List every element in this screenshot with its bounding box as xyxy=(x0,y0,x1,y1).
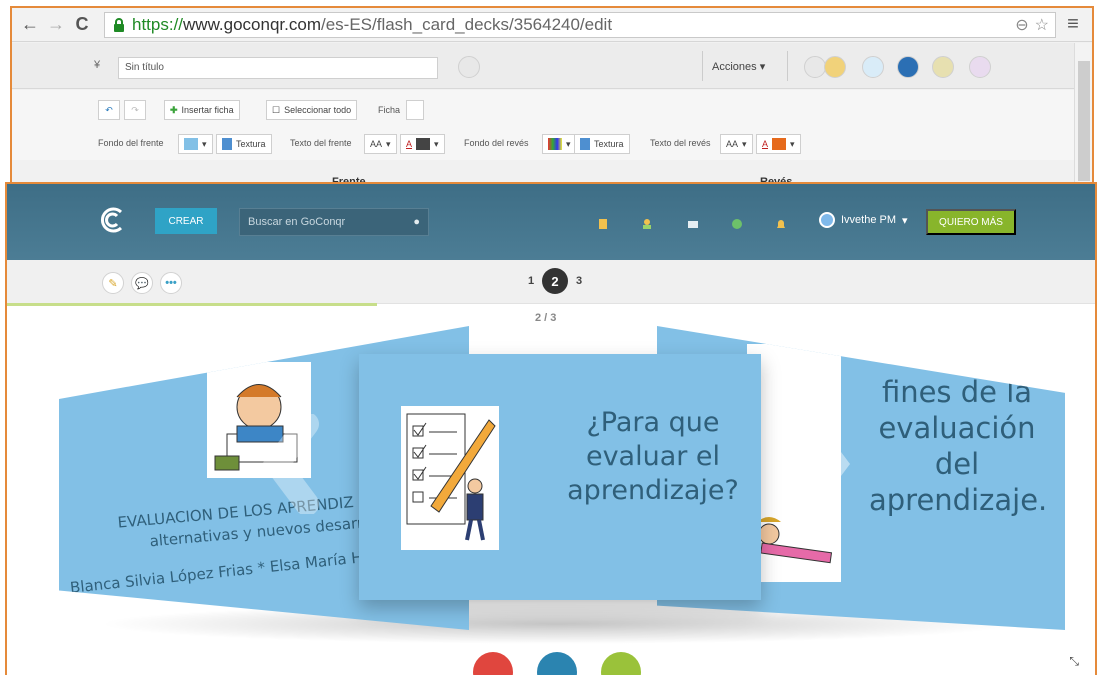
scrollbar[interactable] xyxy=(1074,43,1092,184)
lock-icon xyxy=(114,17,124,32)
font-size-glyph: AA xyxy=(370,139,383,149)
font-color-glyph: A xyxy=(406,139,413,149)
eraser-icon[interactable] xyxy=(458,56,480,78)
page-1[interactable]: 1 xyxy=(522,272,540,290)
card-image-checklist xyxy=(401,406,499,550)
card-delete-button[interactable] xyxy=(406,100,424,120)
deck-edit-bar: ¥ Sin título Acciones ▾ xyxy=(12,43,1076,89)
browser-toolbar: ← → C https://www.goconqr.com/es-ES/flas… xyxy=(12,8,1092,42)
flip-card-button[interactable] xyxy=(473,652,513,675)
back-bg-color-picker[interactable]: ▾ xyxy=(542,134,577,154)
chevron-down-icon: ▾ xyxy=(902,214,908,227)
insert-card-button[interactable]: ✚ Insertar ficha xyxy=(164,100,240,120)
user-menu[interactable]: Ivvethe PM ▾ xyxy=(819,212,908,228)
front-font-color-button[interactable]: A ▾ xyxy=(400,134,445,154)
upgrade-button[interactable]: QUIERO MÁS xyxy=(926,209,1016,235)
front-text-label: Texto del frente xyxy=(290,138,352,148)
top-navigation: CREAR Buscar en GoConqr ● Ivvethe PM ▾ Q… xyxy=(7,184,1095,260)
avatar xyxy=(819,212,835,228)
comment-icon[interactable]: 💬 xyxy=(131,272,153,294)
browser-menu-icon[interactable]: ≡ xyxy=(1062,13,1084,36)
bell-icon[interactable] xyxy=(775,218,787,230)
folder-icon[interactable] xyxy=(824,56,846,78)
back-texture-button[interactable]: Textura xyxy=(574,134,630,154)
font-size-glyph: AA xyxy=(726,139,739,149)
back-font-color-button[interactable]: A ▾ xyxy=(756,134,801,154)
collapse-icon[interactable]: ¥ xyxy=(94,59,100,71)
url-host: www.goconqr.com xyxy=(183,14,321,34)
card-counter: 2 / 3 xyxy=(535,312,557,324)
like-button[interactable] xyxy=(601,652,641,675)
zoom-icon[interactable]: ⊖ xyxy=(1015,15,1028,35)
address-bar[interactable]: https://www.goconqr.com/es-ES/flash_card… xyxy=(104,11,1056,38)
back-bg-label: Fondo del revés xyxy=(464,138,529,148)
chevron-right-icon[interactable] xyxy=(785,414,855,514)
chevron-left-icon[interactable] xyxy=(257,414,327,514)
search-placeholder: Buscar en GoConqr xyxy=(248,216,346,228)
card-question-text: ¿Para que evaluar el aprendizaje? xyxy=(567,407,739,506)
texture-label: Textura xyxy=(594,139,624,149)
card-pager: 1 2 3 xyxy=(522,268,588,294)
back-arrow-icon[interactable]: ← xyxy=(20,14,40,35)
search-icon[interactable]: ● xyxy=(413,216,420,228)
globe-icon[interactable] xyxy=(731,218,743,230)
pencil-icon[interactable]: ✎ xyxy=(102,272,124,294)
card-label: Ficha xyxy=(378,105,401,115)
card-back-text: fines de la evaluación del aprendizaje. xyxy=(869,375,1048,517)
preview-icon[interactable] xyxy=(969,56,991,78)
acciones-label: Acciones xyxy=(712,61,757,73)
redo-button[interactable]: ↷ xyxy=(124,100,146,120)
url-scheme: https:// xyxy=(132,14,184,34)
checkbox-icon: ☐ xyxy=(272,104,281,115)
page-2[interactable]: 2 xyxy=(542,268,568,294)
page-3[interactable]: 3 xyxy=(570,272,588,290)
goconqr-logo[interactable] xyxy=(99,206,127,234)
progress-bar xyxy=(7,303,377,306)
user-name: Ivvethe PM xyxy=(841,214,897,226)
url-path: /es-ES/flash_card_decks/3564240/edit xyxy=(320,14,613,34)
texture-icon xyxy=(580,138,590,150)
front-font-size-button[interactable]: AA ▾ xyxy=(364,134,397,154)
acciones-dropdown[interactable]: Acciones ▾ xyxy=(712,60,765,73)
back-font-size-button[interactable]: AA ▾ xyxy=(720,134,753,154)
front-texture-button[interactable]: Textura xyxy=(216,134,272,154)
plus-icon: ✚ xyxy=(170,104,178,115)
texture-icon xyxy=(222,138,232,150)
search-input[interactable]: Buscar en GoConqr ● xyxy=(239,208,429,236)
stats-icon[interactable] xyxy=(932,56,954,78)
editor-browser-window: ← → C https://www.goconqr.com/es-ES/flas… xyxy=(10,6,1094,184)
back-text-label: Texto del revés xyxy=(650,138,711,148)
scrollbar-thumb[interactable] xyxy=(1078,61,1090,181)
insert-card-label: Insertar ficha xyxy=(181,105,234,115)
flashcard-current[interactable]: ¿Para que evaluar el aprendizaje? xyxy=(359,354,761,600)
texture-label: Textura xyxy=(236,139,266,149)
mail-icon[interactable] xyxy=(687,218,699,230)
notes-icon[interactable] xyxy=(597,218,609,230)
create-button[interactable]: CREAR xyxy=(155,208,217,234)
info-icon[interactable] xyxy=(897,56,919,78)
card-toolbar: ↶ ↷ ✚ Insertar ficha ☐ Seleccionar todo Fi… xyxy=(12,90,1076,160)
share-group-icon[interactable] xyxy=(804,56,826,78)
groups-icon[interactable] xyxy=(641,218,653,230)
shuffle-button[interactable] xyxy=(537,652,577,675)
divider xyxy=(787,51,788,81)
front-bg-label: Fondo del frente xyxy=(98,138,164,148)
forward-arrow-icon[interactable]: → xyxy=(46,14,66,35)
undo-button[interactable]: ↶ xyxy=(98,100,120,120)
forward-share-icon[interactable] xyxy=(862,56,884,78)
reload-icon[interactable]: C xyxy=(72,14,92,35)
star-icon[interactable]: ☆ xyxy=(1035,15,1049,35)
select-all-button[interactable]: ☐ Seleccionar todo xyxy=(266,100,358,120)
font-color-glyph: A xyxy=(762,139,769,149)
front-bg-color-picker[interactable]: ▾ xyxy=(178,134,213,154)
divider xyxy=(702,51,703,81)
select-all-label: Seleccionar todo xyxy=(284,105,352,115)
deck-title-input[interactable]: Sin título xyxy=(118,57,438,79)
fullscreen-icon[interactable]: ⤡ xyxy=(1069,654,1079,669)
goconqr-window: CREAR Buscar en GoConqr ● Ivvethe PM ▾ Q… xyxy=(5,182,1097,675)
more-options-icon[interactable]: ••• xyxy=(160,272,182,294)
